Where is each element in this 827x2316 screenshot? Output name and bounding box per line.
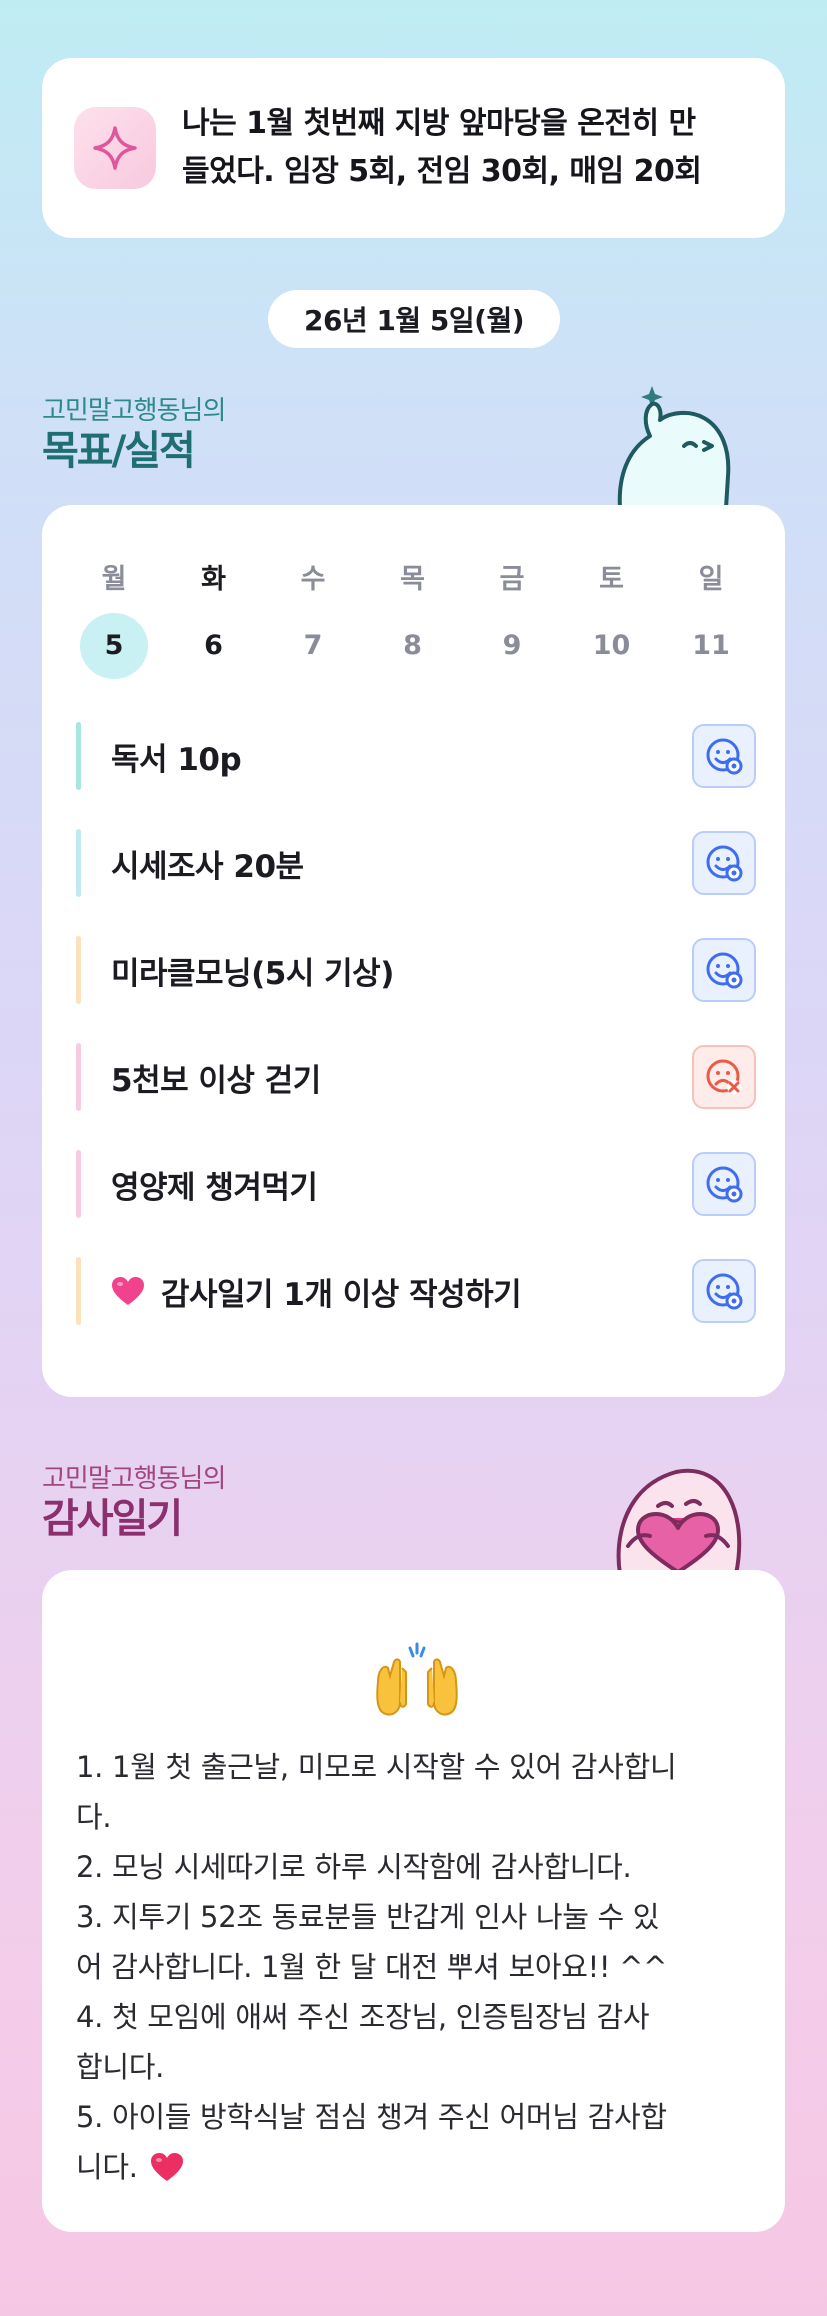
done-status-icon[interactable] [692,1259,756,1323]
task-label: 영양제 챙겨먹기 [111,1169,318,1206]
task-label: 독서 10p [111,741,242,778]
task-color-bar [76,1257,81,1325]
weekday-mon: 월 [101,564,127,595]
gratitude-line: 니다. [76,2150,138,2184]
heart-hug-character-illustration [598,1446,758,1578]
date-cell[interactable]: 11 [677,613,745,679]
weekday-thu: 목 [400,564,425,595]
goal-text: 나는 1월 첫번째 지방 앞마당을 온전히 만 들었다. 임장 5회, 전임 3… [182,100,702,196]
task-item[interactable]: 5천보 이상 걷기 [76,1043,756,1111]
task-label: 5천보 이상 걷기 [111,1062,321,1099]
done-status-icon[interactable] [692,1152,756,1216]
thanks-section-title: 감사일기 [42,1496,183,1542]
task-color-bar [76,829,81,897]
date-cell[interactable]: 8 [379,613,447,679]
done-status-icon[interactable] [692,831,756,895]
gratitude-line: 합니다. [76,2050,165,2084]
goals-section-title: 목표/실적 [42,428,196,474]
task-item[interactable]: 감사일기 1개 이상 작성하기 [76,1257,756,1325]
gratitude-line: 다. [76,1800,112,1834]
done-status-icon[interactable] [692,724,756,788]
gratitude-line: 5. 아이들 방학식날 점심 챙겨 주신 어머님 감사합 [76,2100,667,2134]
goal-line-2: 들었다. 임장 5회, 전임 30회, 매임 20회 [182,154,702,189]
date-cell[interactable]: 7 [279,613,347,679]
raised-hands-icon [372,1642,462,1722]
cheer-character-illustration [600,380,750,512]
weekday-header: 월 화 수 목 금 토 일 [42,557,785,596]
heart-icon [111,1276,145,1306]
task-label: 감사일기 1개 이상 작성하기 [161,1276,522,1313]
date-cell[interactable]: 6 [180,613,248,679]
task-label-row: 감사일기 1개 이상 작성하기 [111,1269,522,1314]
weekday-sun: 일 [698,564,724,595]
task-color-bar [76,1150,81,1218]
goal-line-1: 나는 1월 첫번째 지방 앞마당을 온전히 만 [182,106,696,141]
task-item[interactable]: 영양제 챙겨먹기 [76,1150,756,1218]
task-color-bar [76,722,81,790]
task-item[interactable]: 미라클모닝(5시 기상) [76,936,756,1004]
date-cell[interactable]: 9 [478,613,546,679]
task-color-bar [76,1043,81,1111]
gratitude-card: 1. 1월 첫 출근날, 미모로 시작할 수 있어 감사합니 다. 2. 모닝 … [42,1570,785,2232]
weekday-sat: 토 [599,564,624,595]
date-row: 5 6 7 8 9 10 11 [42,613,785,679]
goal-card: 나는 1월 첫번째 지방 앞마당을 온전히 만 들었다. 임장 5회, 전임 3… [42,58,785,238]
failed-status-icon[interactable] [692,1045,756,1109]
gratitude-line: 어 감사합니다. 1월 한 달 대전 뿌셔 보아요!! ^^ [76,1950,668,1984]
sparkle-icon [74,107,156,189]
weekday-tue: 화 [201,564,226,595]
task-label: 시세조사 20분 [111,848,304,885]
date-pill[interactable]: 26년 1월 5일(월) [268,290,560,348]
done-status-icon[interactable] [692,938,756,1002]
weekday-wed: 수 [300,564,326,595]
task-label: 미라클모닝(5시 기상) [111,955,394,992]
weekday-fri: 금 [499,564,525,595]
date-cell-selected[interactable]: 5 [80,613,148,679]
gratitude-line-last: 니다. [76,2142,756,2192]
gratitude-line: 1. 1월 첫 출근날, 미모로 시작할 수 있어 감사합니 [76,1750,677,1784]
goals-card: 월 화 수 목 금 토 일 5 6 7 8 9 10 11 독서 10p 시세조… [42,505,785,1397]
gratitude-line: 2. 모닝 시세따기로 하루 시작함에 감사합니다. [76,1850,632,1884]
gratitude-text: 1. 1월 첫 출근날, 미모로 시작할 수 있어 감사합니 다. 2. 모닝 … [76,1742,756,2192]
task-color-bar [76,936,81,1004]
date-cell[interactable]: 10 [578,613,646,679]
gratitude-line: 4. 첫 모임에 애써 주신 조장님, 인증팀장님 감사 [76,2000,650,2034]
task-item[interactable]: 시세조사 20분 [76,829,756,897]
task-item[interactable]: 독서 10p [76,722,756,790]
gratitude-line: 3. 지투기 52조 동료분들 반갑게 인사 나눌 수 있 [76,1900,660,1934]
heart-icon [150,2152,184,2182]
